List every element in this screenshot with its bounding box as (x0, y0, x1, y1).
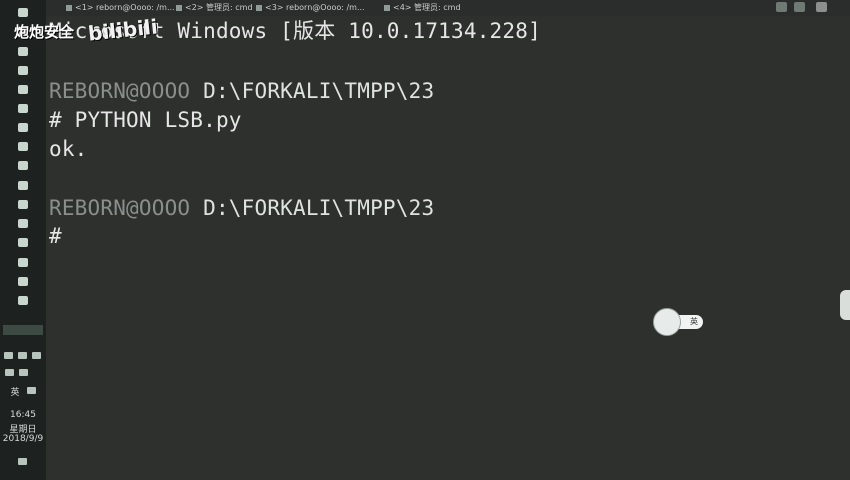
battery-icon[interactable] (18, 352, 27, 359)
tab-label: <2> 管理员: cmd (185, 3, 253, 12)
terminal-icon (256, 4, 262, 11)
prompt-path: D:\FORKALI\TMPP\23 (190, 79, 435, 103)
app-icon[interactable] (18, 258, 28, 267)
tab-label: <4> 管理员: cmd (393, 3, 461, 12)
tab-3[interactable]: <3> reborn@Oooo: /m... (256, 2, 365, 14)
app-icon[interactable] (18, 219, 28, 228)
app-icon[interactable] (18, 161, 28, 170)
app-icon[interactable] (18, 277, 28, 286)
prompt-user: REBORN@OOOO (49, 196, 191, 220)
console-command: # PYTHON LSB.py (49, 108, 242, 132)
action-center-icon[interactable] (5, 369, 14, 376)
terminal-icon (176, 4, 182, 11)
tab-4[interactable]: <4> 管理员: cmd (384, 2, 461, 14)
tab-label: <1> reborn@Oooo: /m... (75, 3, 175, 12)
terminal-icon (384, 4, 390, 11)
terminal-tab-bar: <1> reborn@Oooo: /m... <2> 管理员: cmd <3> … (46, 0, 850, 16)
ime-floating-indicator[interactable]: 英 (653, 308, 705, 336)
app-icon[interactable] (18, 123, 28, 132)
close-button[interactable] (816, 2, 827, 12)
windows-start-icon[interactable] (18, 8, 28, 17)
console-output: ok. (49, 137, 88, 161)
volume-icon[interactable] (19, 369, 28, 376)
app-icon[interactable] (18, 85, 28, 94)
console-prompt-2: REBORN@OOOO D:\FORKALI\TMPP\23 (49, 196, 434, 220)
tab-2[interactable]: <2> 管理员: cmd (176, 2, 253, 14)
tray-separator (3, 325, 43, 335)
notification-icon[interactable] (18, 458, 27, 465)
channel-watermark: 炮炮安全 (14, 23, 75, 41)
app-icon[interactable] (18, 142, 28, 151)
tab-label: <3> reborn@Oooo: /m... (265, 3, 365, 12)
ime-avatar-icon (653, 308, 681, 336)
console-cursor-line[interactable]: # (49, 224, 62, 248)
app-icon[interactable] (18, 66, 28, 75)
app-icon[interactable] (18, 238, 28, 247)
vertical-taskbar: 英 16:45 星期日 2018/9/9 (0, 0, 46, 480)
wifi-icon[interactable] (32, 352, 41, 359)
app-icon[interactable] (18, 47, 28, 56)
terminal-icon (66, 4, 72, 11)
app-icon[interactable] (18, 200, 28, 209)
minimize-button[interactable] (776, 2, 787, 12)
app-icon[interactable] (18, 181, 28, 190)
tray-date[interactable]: 2018/9/9 (0, 434, 46, 444)
network-icon[interactable] (4, 352, 13, 359)
console-prompt-1: REBORN@OOOO D:\FORKALI\TMPP\23 (49, 79, 434, 103)
tray-time[interactable]: 16:45 (0, 410, 46, 420)
side-panel-handle[interactable] (840, 290, 850, 320)
tab-1[interactable]: <1> reborn@Oooo: /m... (66, 2, 175, 14)
prompt-user: REBORN@OOOO (49, 79, 191, 103)
prompt-path: D:\FORKALI\TMPP\23 (190, 196, 435, 220)
maximize-button[interactable] (794, 2, 805, 12)
app-icon[interactable] (18, 104, 28, 113)
app-icon[interactable] (18, 296, 28, 305)
ime-mode-icon[interactable] (27, 387, 36, 394)
